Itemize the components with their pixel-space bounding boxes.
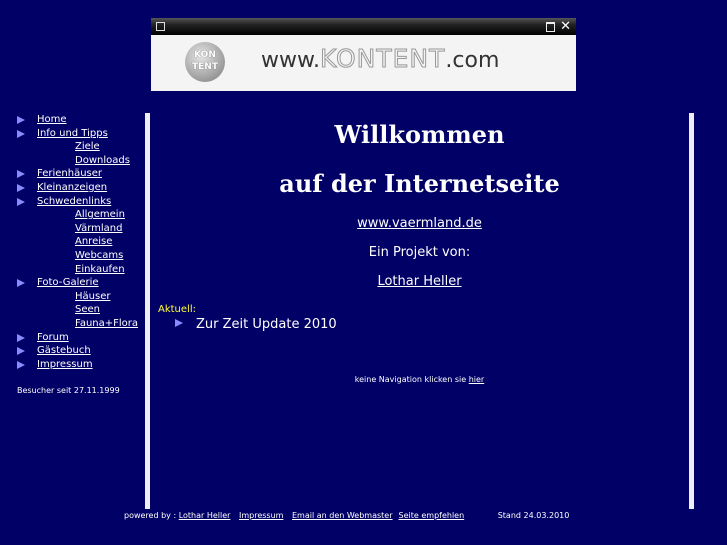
sidebar-item: Kleinanzeigen bbox=[0, 181, 145, 195]
bullet-icon bbox=[175, 319, 183, 327]
sidebar-link[interactable]: Einkaufen bbox=[75, 263, 125, 276]
no-navigation-text: keine Navigation klicken sie bbox=[354, 375, 469, 384]
sidebar-item: Schwedenlinks bbox=[0, 195, 145, 209]
sidebar-item: Impressum bbox=[0, 358, 145, 372]
sidebar-item: Info und Tipps bbox=[0, 127, 145, 141]
logo-text-bottom: TENT bbox=[192, 62, 218, 72]
sidebar-item: Home bbox=[0, 113, 145, 127]
sidebar-item: Fauna+Flora bbox=[0, 317, 145, 331]
maximize-icon[interactable] bbox=[546, 22, 555, 32]
sidebar-item: Forum bbox=[0, 331, 145, 345]
sidebar-link[interactable]: Foto-Galerie bbox=[37, 276, 99, 289]
bullet-icon bbox=[17, 333, 25, 342]
no-navigation-note: keine Navigation klicken sie hier bbox=[150, 375, 689, 384]
sidebar-link[interactable]: Impressum bbox=[37, 358, 93, 371]
sidebar-link[interactable]: Allgemein bbox=[75, 208, 125, 221]
sidebar-link[interactable]: Downloads bbox=[75, 154, 130, 167]
bullet-icon bbox=[17, 197, 25, 206]
footer-impressum-link[interactable]: Impressum bbox=[239, 511, 283, 520]
visitor-counter: Besucher seit 27.11.1999 bbox=[17, 386, 120, 395]
bullet-icon bbox=[17, 360, 25, 369]
kontent-logo: KON TENT bbox=[185, 42, 225, 82]
author-link[interactable]: Lothar Heller bbox=[377, 274, 461, 289]
sidebar-item: Ferienhäuser bbox=[0, 167, 145, 181]
sidebar-link[interactable]: Ferienhäuser bbox=[37, 167, 102, 180]
last-updated: Stand 24.03.2010 bbox=[497, 511, 570, 520]
sidebar-item: Häuser bbox=[0, 290, 145, 304]
sidebar-item: Einkaufen bbox=[0, 263, 145, 277]
sidebar-link[interactable]: Info und Tipps bbox=[37, 127, 108, 140]
banner-brand: KONTENT bbox=[319, 44, 446, 74]
sidebar-link[interactable]: Forum bbox=[37, 331, 69, 344]
powered-by-label: powered by : bbox=[124, 511, 179, 520]
news-item: Zur Zeit Update 2010 bbox=[175, 317, 337, 332]
sidebar-item: Gästebuch bbox=[0, 344, 145, 358]
bullet-icon bbox=[17, 170, 25, 179]
sidebar-link[interactable]: Home bbox=[37, 113, 67, 126]
bullet-icon bbox=[17, 347, 25, 356]
bullet-icon bbox=[17, 129, 25, 138]
sidebar-item: Ziele bbox=[0, 140, 145, 154]
banner-url: www.KONTENT.com bbox=[261, 44, 500, 74]
welcome-title: Willkommen bbox=[334, 120, 505, 149]
footer-author-link[interactable]: Lothar Heller bbox=[179, 511, 231, 520]
restore-icon[interactable] bbox=[156, 22, 165, 31]
footer-recommend-link[interactable]: Seite empfehlen bbox=[399, 511, 465, 520]
sidebar-item: Downloads bbox=[0, 154, 145, 168]
sidebar-nav: Home Info und Tipps Ziele Downloads Ferienhä… bbox=[0, 113, 145, 371]
welcome-subtitle: auf der Internetseite bbox=[279, 169, 560, 198]
footer-email-link[interactable]: Email an den Webmaster bbox=[292, 511, 393, 520]
aktuell-label: Aktuell: bbox=[158, 304, 196, 315]
sidebar-link[interactable]: Schwedenlinks bbox=[37, 195, 111, 208]
banner-url-suffix: .com bbox=[445, 48, 500, 73]
sidebar-item: Allgemein bbox=[0, 208, 145, 222]
sidebar-link[interactable]: Gästebuch bbox=[37, 344, 91, 357]
no-navigation-link[interactable]: hier bbox=[469, 375, 485, 384]
close-icon[interactable]: ✕ bbox=[560, 18, 571, 35]
project-label: Ein Projekt von: bbox=[368, 245, 471, 260]
sidebar-link[interactable]: Värmland bbox=[75, 222, 122, 235]
sidebar-link[interactable]: Kleinanzeigen bbox=[37, 181, 107, 194]
news-text: Zur Zeit Update 2010 bbox=[196, 317, 337, 332]
banner-url-prefix: www. bbox=[261, 48, 320, 73]
sidebar-link[interactable]: Anreise bbox=[75, 235, 112, 248]
sidebar-link[interactable]: Webcams bbox=[75, 249, 123, 262]
footer: powered by : Lothar Heller Impressum Ema… bbox=[124, 511, 569, 520]
bullet-icon bbox=[17, 183, 25, 192]
sidebar-link[interactable]: Seen bbox=[75, 303, 100, 316]
sidebar-item: Anreise bbox=[0, 235, 145, 249]
sidebar-item: Seen bbox=[0, 303, 145, 317]
site-link[interactable]: www.vaermland.de bbox=[357, 216, 482, 231]
bullet-icon bbox=[17, 279, 25, 288]
sidebar-item: Foto-Galerie bbox=[0, 276, 145, 290]
sidebar-link[interactable]: Ziele bbox=[75, 140, 100, 153]
sidebar-item: Värmland bbox=[0, 222, 145, 236]
sidebar-link[interactable]: Fauna+Flora bbox=[75, 317, 138, 330]
sidebar-item: Webcams bbox=[0, 249, 145, 263]
right-divider bbox=[689, 113, 694, 509]
sidebar-link[interactable]: Häuser bbox=[75, 290, 110, 303]
logo-text-top: KON bbox=[194, 50, 216, 60]
banner-titlebar: ✕ bbox=[151, 18, 576, 35]
kontent-banner[interactable]: ✕ KON TENT www.KONTENT.com bbox=[151, 18, 576, 91]
bullet-icon bbox=[17, 116, 25, 124]
